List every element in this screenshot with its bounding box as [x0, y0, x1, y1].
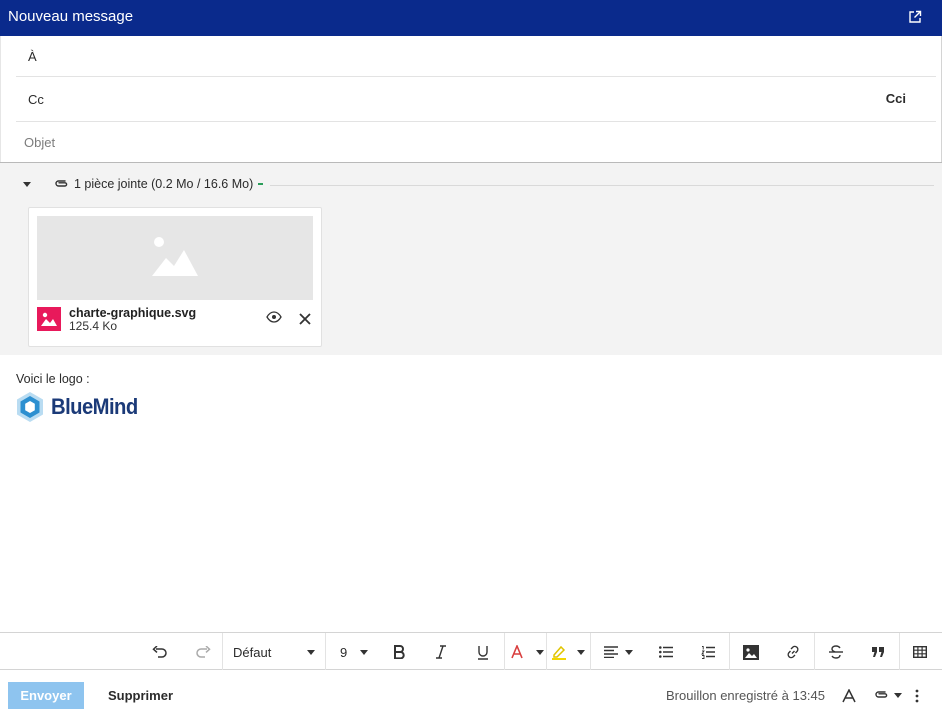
external-link-icon[interactable] [908, 10, 922, 24]
italic-icon [436, 645, 446, 659]
align-icon [604, 646, 618, 658]
font-size-select[interactable]: 9 [340, 642, 368, 662]
highlight-button[interactable] [551, 642, 585, 662]
to-label: À [28, 49, 37, 64]
insert-table-button[interactable] [911, 642, 929, 662]
attachment-preview [37, 216, 313, 300]
attachments-panel: 1 pièce jointe (0.2 Mo / 16.6 Mo) charte… [0, 163, 942, 355]
divider [590, 633, 591, 670]
divider [729, 633, 730, 670]
cc-row: Cc Cci [16, 77, 936, 122]
subject-row [0, 122, 942, 163]
collapse-caret-icon[interactable] [22, 179, 32, 189]
text-format-icon[interactable] [842, 689, 856, 703]
numbered-list-button[interactable] [700, 642, 716, 662]
divider [325, 633, 326, 670]
divider [899, 633, 900, 670]
quote-icon [872, 647, 884, 657]
image-placeholder-icon [152, 237, 198, 276]
bcc-toggle-button[interactable]: Cci [886, 91, 906, 106]
chevron-down-icon [577, 649, 585, 655]
attachment-size: 125.4 Ko [69, 319, 118, 333]
image-file-icon [37, 307, 61, 331]
compose-header: Nouveau message [0, 0, 942, 36]
chevron-down-icon [536, 649, 544, 655]
to-row: À [16, 36, 936, 77]
underline-button[interactable] [473, 642, 493, 662]
divider [222, 633, 223, 670]
attachment-card[interactable]: charte-graphique.svg 125.4 Ko [28, 207, 322, 347]
compose-title: Nouveau message [8, 8, 134, 25]
bullet-list-icon [659, 646, 673, 658]
draft-status: Brouillon enregistré à 13:45 [666, 688, 825, 703]
send-button[interactable]: Envoyer [8, 682, 84, 709]
link-icon [787, 645, 799, 659]
redo-icon [196, 646, 211, 658]
text-color-icon [511, 645, 523, 659]
text-color-button[interactable] [510, 642, 544, 662]
italic-button[interactable] [431, 642, 451, 662]
attachment-name: charte-graphique.svg [69, 306, 197, 320]
logo-text: BlueMind [51, 394, 138, 419]
divider [814, 633, 815, 670]
font-family-value: Défaut [233, 644, 272, 660]
attach-file-button[interactable] [874, 689, 902, 701]
numbered-list-icon [701, 646, 715, 659]
close-icon[interactable] [298, 312, 312, 326]
insert-image-icon [743, 644, 759, 660]
underline-icon [478, 645, 488, 660]
chevron-down-icon [360, 649, 368, 655]
message-body[interactable]: Voici le logo : BlueMind [0, 355, 942, 632]
cc-input[interactable] [60, 85, 876, 113]
strikethrough-button[interactable] [827, 642, 845, 662]
bold-button[interactable] [389, 642, 409, 662]
undo-button[interactable] [150, 642, 170, 662]
strikethrough-icon [829, 645, 843, 659]
highlight-icon [552, 645, 566, 660]
font-family-select[interactable]: Défaut [233, 642, 315, 662]
bluemind-hexagon-icon [17, 392, 43, 422]
attachments-summary-text: 1 pièce jointe (0.2 Mo / 16.6 Mo) [74, 177, 254, 191]
table-icon [913, 646, 927, 658]
paperclip-icon [55, 180, 68, 187]
align-button[interactable] [604, 642, 633, 662]
chevron-down-icon [894, 692, 902, 698]
quote-button[interactable] [869, 642, 887, 662]
formatting-toolbar: Défaut 9 [0, 632, 942, 670]
to-input[interactable] [60, 42, 876, 70]
more-options-icon[interactable] [914, 689, 920, 703]
chevron-down-icon [307, 649, 315, 655]
undo-icon [152, 646, 167, 658]
attachments-summary: 1 pièce jointe (0.2 Mo / 16.6 Mo) [54, 177, 264, 191]
paperclip-icon [875, 691, 888, 698]
insert-link-button[interactable] [784, 642, 802, 662]
eye-icon[interactable] [266, 311, 282, 323]
quota-indicator [258, 183, 264, 185]
bullet-list-button[interactable] [658, 642, 674, 662]
delete-button[interactable]: Supprimer [108, 688, 173, 703]
bluemind-logo: BlueMind [15, 391, 145, 423]
subject-input[interactable] [24, 128, 922, 156]
bold-icon [394, 645, 405, 659]
redo-button[interactable] [193, 642, 213, 662]
divider [546, 633, 547, 670]
font-size-value: 9 [340, 644, 348, 660]
divider [504, 633, 505, 670]
cc-label: Cc [28, 92, 44, 107]
body-text: Voici le logo : [16, 372, 90, 386]
compose-footer: Envoyer Supprimer Brouillon enregistré à… [0, 670, 942, 723]
chevron-down-icon [625, 649, 633, 655]
insert-image-button[interactable] [742, 642, 760, 662]
divider [270, 185, 934, 186]
